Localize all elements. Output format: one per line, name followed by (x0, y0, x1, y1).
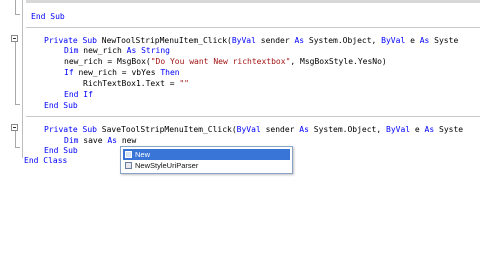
code-token: RichTextBox1.Text = (83, 79, 180, 88)
outline-end-tick (15, 147, 20, 148)
code-keyword: End If (64, 90, 93, 99)
code-keyword: End Sub (31, 12, 65, 21)
code-string: "" (179, 79, 189, 88)
code-token: sender (260, 125, 300, 134)
code-keyword: Dim (64, 136, 79, 145)
code-keyword: End Sub (44, 101, 78, 110)
code-keyword: As (419, 36, 430, 45)
code-token: Syste (434, 125, 464, 134)
code-line[interactable]: Dim save As new (64, 136, 136, 146)
code-line[interactable]: Private Sub NewToolStripMenuItem_Click(B… (44, 36, 458, 46)
code-line[interactable]: End If (64, 90, 93, 100)
outline-end-tick (15, 104, 20, 105)
code-token: e (410, 125, 425, 134)
code-token: , MsgBoxStyle.YesNo) (290, 57, 387, 66)
code-keyword: Private Sub (44, 36, 97, 45)
code-token: save (78, 136, 108, 145)
code-keyword: As (107, 136, 117, 145)
code-keyword: ByVal (231, 36, 256, 45)
code-keyword: As (126, 46, 137, 55)
outline-end-tick (15, 14, 20, 15)
code-token: sender (255, 36, 295, 45)
code-keyword: Dim (64, 46, 79, 55)
code-keyword: String (136, 46, 170, 55)
code-token: new_rich (78, 46, 127, 55)
code-keyword: As (294, 36, 305, 45)
intellisense-item[interactable]: NewStyleUriParser (123, 160, 290, 171)
class-icon (125, 162, 132, 169)
code-token: NewToolStripMenuItem_Click( (96, 36, 232, 45)
code-keyword: If (64, 68, 74, 77)
code-line[interactable]: End Sub (44, 146, 78, 156)
intellisense-item-label: NewStyleUriParser (135, 161, 199, 170)
code-line[interactable]: Dim new_rich As String (64, 46, 170, 56)
keyword-icon (125, 151, 132, 158)
outline-line (15, 42, 16, 104)
method-separator (26, 27, 480, 28)
code-line[interactable]: new_rich = MsgBox("Do You want New richt… (64, 57, 387, 67)
code-token: SaveToolStripMenuItem_Click( (96, 125, 237, 134)
code-line[interactable]: End Sub (44, 101, 78, 111)
code-keyword: End Class (24, 156, 68, 165)
code-keyword: As (424, 125, 435, 134)
code-line[interactable]: RichTextBox1.Text = "" (83, 79, 189, 89)
code-keyword: Private Sub (44, 125, 97, 134)
code-line[interactable]: If new_rich = vbYes Then (64, 68, 180, 78)
code-keyword: As (299, 125, 309, 134)
code-token: System.Object, (308, 125, 386, 134)
outline-line (15, 0, 16, 14)
code-line[interactable]: End Class (24, 156, 67, 166)
code-token: new_rich = vbYes (73, 68, 161, 77)
code-token: new_rich = MsgBox( (64, 57, 151, 66)
code-token: e (405, 36, 420, 45)
code-editor[interactable]: End Sub Private Sub NewToolStripMenuItem_… (0, 0, 480, 270)
code-token: System.Object, (304, 36, 382, 45)
outline-line (15, 131, 16, 147)
method-separator (26, 116, 480, 117)
collapse-toggle-icon[interactable] (11, 35, 18, 42)
selection-margin-line (22, 0, 23, 158)
code-keyword: ByVal (236, 125, 261, 134)
intellisense-item-label: New (135, 150, 151, 159)
editor-top-border (0, 0, 480, 3)
code-keyword: ByVal (381, 36, 406, 45)
code-string: "Do You want New richtextbox" (150, 57, 291, 66)
code-keyword: Then (160, 68, 180, 77)
code-keyword: End Sub (44, 146, 78, 155)
code-keyword: ByVal (386, 125, 411, 134)
intellisense-item-selected[interactable]: New (123, 149, 290, 160)
code-token: new (117, 136, 137, 145)
code-token: Syste (429, 36, 459, 45)
code-line[interactable]: End Sub (31, 12, 65, 22)
code-line[interactable]: Private Sub SaveToolStripMenuItem_Click(… (44, 125, 463, 135)
intellisense-popup[interactable]: New NewStyleUriParser (120, 146, 293, 174)
collapse-toggle-icon[interactable] (11, 124, 18, 131)
